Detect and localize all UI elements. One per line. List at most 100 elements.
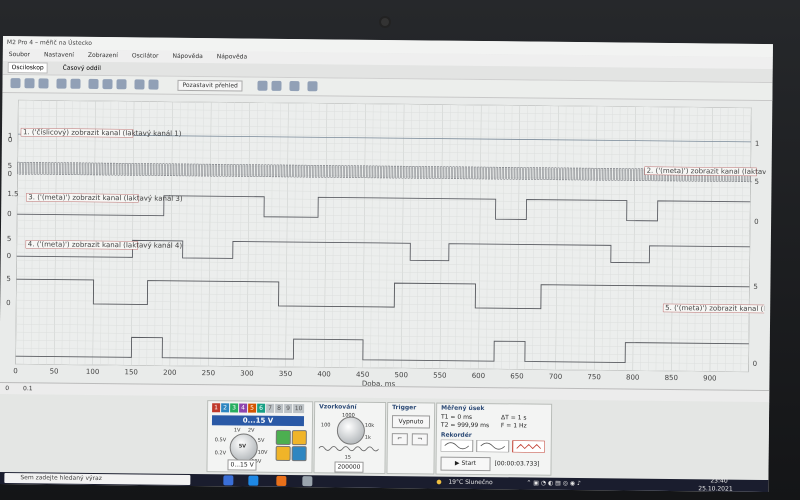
x-tick-label: 50 xyxy=(50,368,59,376)
knob-label-1v: 1V xyxy=(233,427,241,434)
sampling-knob-top: 1000 xyxy=(342,412,355,419)
sampling-wave-icon xyxy=(318,445,379,452)
left-tick-label: 5 xyxy=(8,162,13,170)
channel-6-button[interactable]: 6 xyxy=(257,403,266,413)
x-tick-label: 500 xyxy=(395,371,408,379)
print-icon[interactable] xyxy=(289,81,300,92)
zoom-out-icon[interactable] xyxy=(102,79,113,90)
new-icon[interactable] xyxy=(10,78,21,89)
sampling-title: Vzorkování xyxy=(319,403,357,411)
x-tick-label: 450 xyxy=(356,371,369,379)
recorder-mode-icons[interactable] xyxy=(440,439,545,453)
x-tick-label: 400 xyxy=(317,370,330,378)
t2-readout: T2 = 999,99 ms xyxy=(440,421,490,430)
samples-count-field[interactable]: 200000 xyxy=(334,461,364,473)
tab-oscilloscope[interactable]: Osciloskop xyxy=(7,62,48,74)
x-tick-label: 200 xyxy=(163,369,176,377)
cursor-icon[interactable] xyxy=(134,79,145,90)
x-tick-label: 700 xyxy=(549,373,562,381)
falling-edge-icon[interactable]: ¬ xyxy=(411,433,428,446)
redo-icon[interactable] xyxy=(271,80,282,91)
channel-label: 1. ('číslicový) zobrazit kanal (Iaktavý … xyxy=(23,128,182,138)
sun-icon: ● xyxy=(436,478,442,486)
taskbar-search[interactable]: Sem zadejte hledaný výraz xyxy=(4,473,191,485)
right-tick-label: 5 xyxy=(753,283,758,291)
voltage-knob-value: 5V xyxy=(238,443,247,450)
channel-label: 2. ('(meta)') zobrazit kanal (Iaktavý ka… xyxy=(647,167,767,177)
pause-overview-button[interactable]: Pozastavit přehled xyxy=(177,79,243,92)
x-tick-label: 600 xyxy=(472,372,485,380)
t1-readout: T1 = 0 ms xyxy=(440,413,473,421)
zoom-in-icon[interactable] xyxy=(88,78,99,90)
run-button[interactable] xyxy=(275,445,291,462)
channel-2-button[interactable]: 2 xyxy=(221,403,230,413)
right-tick-label: 1 xyxy=(755,140,760,148)
elapsed-readout: [00:00:03.733] xyxy=(494,460,540,468)
x-tick-label: 350 xyxy=(279,370,292,378)
menu-item-view[interactable]: Zobrazení xyxy=(88,52,118,59)
fit-icon[interactable] xyxy=(116,79,127,90)
trigger-title: Trigger xyxy=(392,404,417,412)
play-button[interactable] xyxy=(291,430,307,446)
power-button[interactable] xyxy=(275,429,291,446)
left-tick-label: 1.5 xyxy=(7,190,18,198)
right-tick-label: 5 xyxy=(754,178,759,186)
waveform-plot[interactable]: 1. ('číslicový) zobrazit kanal (Iaktavý … xyxy=(3,96,767,396)
x-tick-label: 250 xyxy=(202,369,215,377)
measurement-panel: Měřený úsek T1 = 0 ms T2 = 999,99 ms ΔT … xyxy=(435,402,553,476)
channel-7-button[interactable]: 7 xyxy=(266,403,275,413)
x-tick-label: 300 xyxy=(240,370,253,378)
menu-item-file[interactable]: Soubor xyxy=(9,51,30,58)
channel-8-button[interactable]: 8 xyxy=(275,403,284,413)
rising-edge-icon[interactable]: ⌐ xyxy=(391,433,408,446)
channel-5-button[interactable]: 5 xyxy=(248,403,257,413)
left-tick-label: 0 xyxy=(7,210,12,218)
sampling-knob[interactable] xyxy=(336,416,366,445)
left-tick-label: 5 xyxy=(7,235,12,243)
app-window-icon[interactable] xyxy=(302,476,313,487)
save-icon[interactable] xyxy=(38,78,49,89)
measure-icon[interactable] xyxy=(148,79,159,90)
channel-label: 4. ('(meta)') zobrazit kanal (Iaktavý ka… xyxy=(28,240,183,250)
open-icon[interactable] xyxy=(24,78,35,89)
menu-item-settings[interactable]: Nastavení xyxy=(44,51,74,58)
firefox-icon[interactable] xyxy=(276,475,287,486)
paste-icon[interactable] xyxy=(70,78,81,89)
left-tick-label: 0 xyxy=(6,299,11,307)
x-tick-label: 550 xyxy=(433,372,446,380)
right-tick-label: 0 xyxy=(753,360,758,368)
save-data-button[interactable] xyxy=(291,446,307,462)
trigger-mode-button[interactable]: Vypnuto xyxy=(391,415,431,429)
edge-icon[interactable] xyxy=(248,475,259,486)
settings-icon[interactable] xyxy=(307,81,318,92)
bottom-range-field[interactable]: 0...15 V xyxy=(227,459,257,471)
menu-item-oscillator[interactable]: Oscilátor xyxy=(132,52,159,59)
channel-4-button[interactable]: 4 xyxy=(239,403,248,413)
x-tick-label: 850 xyxy=(665,374,678,382)
measure-title: Měřený úsek xyxy=(441,404,485,413)
task-view-icon[interactable] xyxy=(223,475,234,486)
copy-icon[interactable] xyxy=(56,78,67,89)
x-tick-label: 800 xyxy=(626,374,639,382)
screen: M2 Pro 4 – měřič na Ústecko Soubor Nasta… xyxy=(0,36,773,493)
channel-1-button[interactable]: 1 xyxy=(212,403,221,413)
x-tick-label: 900 xyxy=(703,374,716,382)
menu-item-help[interactable]: Nápověda xyxy=(172,53,202,60)
channels-panel: 1 2 3 4 5 6 7 8 9 10 0...15 V 5V 1V 2V 5… xyxy=(206,400,314,474)
recorder-start-button[interactable]: ▶ Start xyxy=(440,456,491,472)
knob-label-05v: 0.5V xyxy=(214,437,227,444)
weather-text[interactable]: 19°C Slunečno xyxy=(448,477,492,489)
sampling-knob-1k: 1k xyxy=(364,434,371,441)
menu-item-help-2[interactable]: Nápověda xyxy=(217,53,247,60)
channel-10-button[interactable]: 10 xyxy=(293,404,305,414)
clock-date[interactable]: 25.10.2021 xyxy=(698,483,732,492)
channel-label: 3. ('(meta)') zobrazit kanal (Iaktavý ka… xyxy=(28,193,183,203)
window-title: M2 Pro 4 – měřič na Ústecko xyxy=(6,39,92,47)
tab-time-section[interactable]: Časový oddíl xyxy=(60,64,104,73)
scroll-left-value: 0 xyxy=(5,385,10,393)
tray-icons[interactable]: ⌃ ▣ ◔ ◐ ▤ ◎ ◉ ♪ xyxy=(526,478,581,491)
x-tick-label: 650 xyxy=(510,372,523,380)
channel-3-button[interactable]: 3 xyxy=(230,403,239,413)
undo-icon[interactable] xyxy=(257,80,268,91)
channel-9-button[interactable]: 9 xyxy=(284,403,293,414)
